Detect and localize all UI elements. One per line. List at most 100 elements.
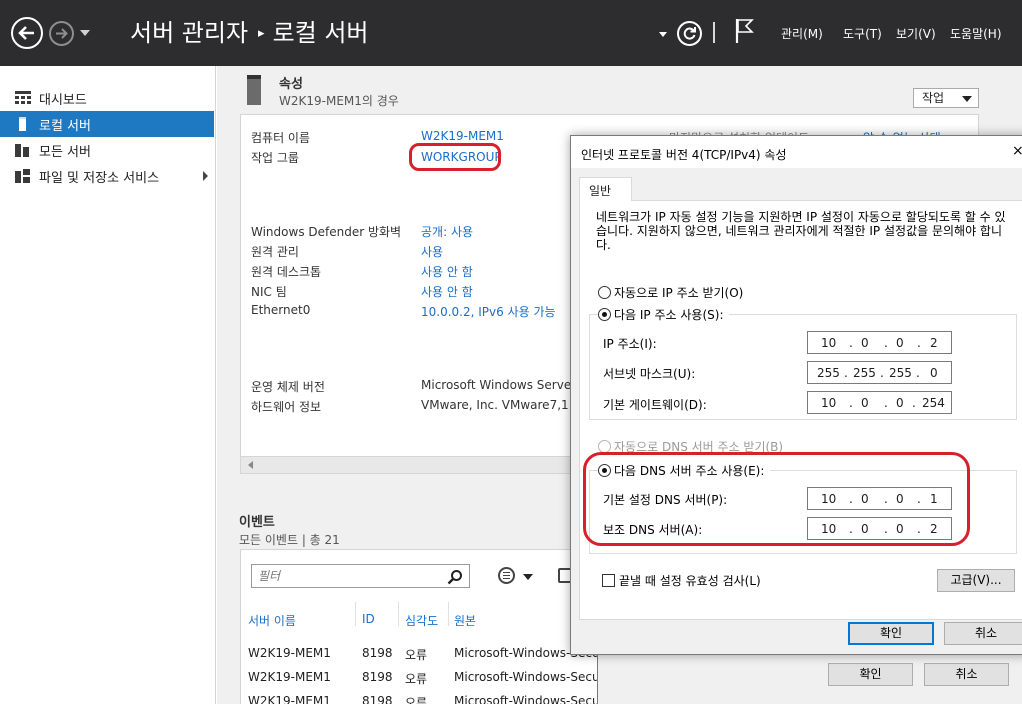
ipv4-properties-dialog: 인터넷 프로토콜 버전 4(TCP/IPv4) 속성 × 일반 네트워크가 IP…: [570, 135, 1022, 655]
prop-value-firewall[interactable]: 공개: 사용: [421, 223, 473, 240]
column-header-severity[interactable]: 심각도: [405, 612, 438, 629]
prop-value-remote-desktop[interactable]: 사용 안 함: [421, 263, 473, 280]
default-gateway-field[interactable]: 10. 0. 0. 254: [807, 391, 952, 414]
table-cell-id[interactable]: 8198: [362, 694, 393, 704]
menu-tools[interactable]: 도구(T): [843, 25, 882, 42]
toolbar-dropdown[interactable]: [659, 32, 667, 37]
ip-octet[interactable]: 0: [861, 396, 869, 410]
notifications-flag-icon[interactable]: [735, 18, 755, 44]
prop-value-remote-management[interactable]: 사용: [421, 243, 443, 260]
refresh-icon[interactable]: [677, 21, 702, 46]
scroll-left-icon[interactable]: [248, 461, 253, 469]
filter-input[interactable]: [258, 566, 438, 586]
properties-icon: [247, 75, 261, 105]
table-cell-id[interactable]: 8198: [362, 646, 393, 660]
table-cell-severity[interactable]: 오류: [405, 670, 427, 687]
ip-octet[interactable]: 255: [889, 366, 912, 380]
events-title: 이벤트: [239, 515, 275, 530]
search-icon[interactable]: [447, 569, 463, 585]
parent-cancel-button[interactable]: 취소: [924, 663, 1009, 686]
sidebar-item-label: 모든 서버: [39, 144, 91, 160]
advanced-button[interactable]: 고급(V)...: [937, 569, 1015, 592]
menu-view[interactable]: 보기(V): [896, 25, 936, 42]
highlight-dns-settings: [583, 452, 970, 546]
arrow-right-icon: [56, 28, 68, 39]
table-cell-id[interactable]: 8198: [362, 670, 393, 684]
prop-value-nic-teaming[interactable]: 사용 안 함: [421, 283, 473, 300]
list-options-icon[interactable]: [498, 567, 515, 584]
breadcrumb-current: 로컬 서버: [272, 19, 369, 47]
tab-general[interactable]: 일반: [579, 177, 632, 201]
column-header-server[interactable]: 서버 이름: [248, 612, 296, 629]
table-cell-server[interactable]: W2K19-MEM1: [248, 670, 331, 684]
prop-label-firewall: Windows Defender 방화벽: [251, 225, 402, 239]
ip-address-label: IP 주소(I):: [603, 337, 657, 351]
back-button[interactable]: [11, 17, 43, 49]
properties-subtitle: W2K19-MEM1의 경우: [279, 94, 399, 108]
radio-manual-ip[interactable]: 다음 IP 주소 사용(S):: [598, 306, 730, 323]
column-header-source[interactable]: 원본: [454, 612, 476, 629]
ip-octet[interactable]: 10: [821, 336, 836, 350]
history-dropdown[interactable]: [80, 30, 90, 36]
dialog-title: 인터넷 프로토콜 버전 4(TCP/IPv4) 속성: [581, 148, 787, 162]
ip-octet[interactable]: 10: [821, 396, 836, 410]
dashboard-icon: [14, 90, 32, 106]
filter-box[interactable]: [251, 564, 470, 588]
prop-label-remote-desktop: 원격 데스크톱: [251, 265, 322, 279]
radio-label: 다음 IP 주소 사용(S):: [614, 308, 724, 322]
forward-button[interactable]: [49, 21, 74, 46]
menu-help[interactable]: 도움말(H): [950, 25, 1002, 42]
radio-button[interactable]: [598, 286, 611, 299]
ip-octet[interactable]: 254: [922, 396, 945, 410]
prop-value-computer-name[interactable]: W2K19-MEM1: [421, 129, 504, 143]
breadcrumb-root[interactable]: 서버 관리자: [130, 18, 248, 48]
sidebar-item-all-servers[interactable]: 모든 서버: [0, 137, 214, 163]
chevron-down-icon[interactable]: [523, 574, 533, 580]
ip-octet[interactable]: 0: [896, 396, 904, 410]
menu-manage[interactable]: 관리(M): [781, 25, 823, 42]
sidebar-item-file-storage[interactable]: 파일 및 저장소 서비스: [0, 163, 214, 189]
ip-octet[interactable]: 0: [896, 336, 904, 350]
ip-octet[interactable]: 0: [930, 366, 938, 380]
radio-auto-ip[interactable]: 자동으로 IP 주소 받기(O): [598, 284, 743, 301]
validate-on-exit-checkbox[interactable]: 끝낼 때 설정 유효성 검사(L): [602, 572, 761, 589]
ok-button[interactable]: 확인: [848, 622, 934, 645]
ip-octet[interactable]: 255: [853, 366, 876, 380]
prop-value-ethernet[interactable]: 10.0.0.2, IPv6 사용 가능: [421, 303, 556, 320]
column-header-id[interactable]: ID: [362, 612, 375, 626]
breadcrumb-separator: ▸: [258, 26, 265, 41]
table-cell-source[interactable]: Microsoft-Windows-Securi: [454, 670, 608, 684]
table-cell-server[interactable]: W2K19-MEM1: [248, 694, 331, 704]
ip-octet[interactable]: 255: [817, 366, 840, 380]
sidebar-item-label: 대시보드: [39, 92, 87, 108]
table-cell-server[interactable]: W2K19-MEM1: [248, 646, 331, 660]
column-divider[interactable]: [355, 602, 356, 626]
tasks-dropdown[interactable]: 작업: [913, 88, 979, 108]
chevron-right-icon[interactable]: [203, 171, 208, 181]
close-icon[interactable]: ×: [1012, 143, 1022, 159]
parent-ok-button[interactable]: 확인: [828, 663, 913, 686]
sidebar-item-local-server[interactable]: 로컬 서버: [0, 111, 214, 137]
table-cell-severity[interactable]: 오류: [405, 646, 427, 663]
servers-icon: [14, 142, 32, 158]
prop-label-hardware: 하드웨어 정보: [251, 400, 322, 414]
subnet-mask-field[interactable]: 255. 255. 255. 0: [807, 361, 952, 384]
breadcrumb: 서버 관리자 ▸ 로컬 서버: [130, 18, 369, 49]
column-divider[interactable]: [398, 602, 399, 626]
highlight-workgroup: [409, 143, 501, 171]
table-cell-severity[interactable]: 오류: [405, 694, 427, 704]
subnet-mask-label: 서브넷 마스크(U):: [603, 367, 696, 381]
cancel-button[interactable]: 취소: [944, 622, 1022, 645]
ip-address-field[interactable]: 10. 0. 0. 2: [807, 331, 952, 354]
title-bar: 서버 관리자 ▸ 로컬 서버 관리(M) 도구(T) 보기(V) 도움말(H): [0, 0, 1022, 66]
sidebar-item-label: 로컬 서버: [39, 118, 91, 134]
ip-octet[interactable]: 0: [861, 336, 869, 350]
column-divider[interactable]: [448, 602, 449, 626]
sidebar-item-dashboard[interactable]: 대시보드: [0, 85, 214, 111]
checkbox[interactable]: [602, 574, 615, 587]
tasks-label: 작업: [922, 91, 945, 105]
radio-button[interactable]: [598, 308, 611, 321]
prop-label-ethernet: Ethernet0: [251, 303, 311, 317]
ip-octet[interactable]: 2: [930, 336, 938, 350]
dialog-title-bar: 인터넷 프로토콜 버전 4(TCP/IPv4) 속성 ×: [571, 136, 1022, 168]
